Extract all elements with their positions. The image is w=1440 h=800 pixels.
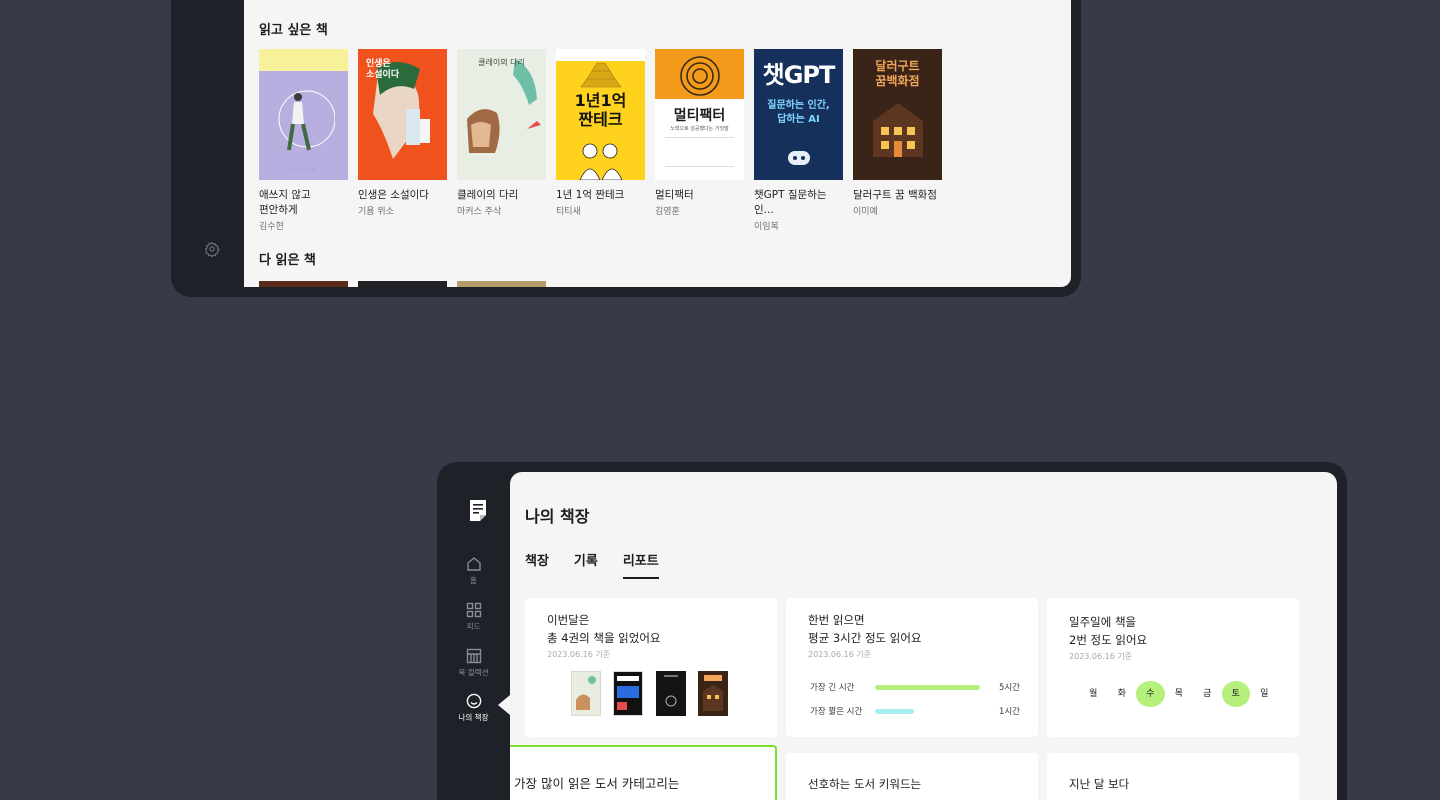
library-screen: 읽고 싶은 책 · · · · · · · · · · 애쓰지 않고 편안하게 김… [244, 0, 1071, 287]
book-item[interactable]: 달러구트 꿈백화점 달러구트 꿈 백화점 이미예 [853, 49, 942, 232]
monthly-books-card[interactable]: 이번달은 총 4권의 책을 읽었어요 2023.06.16 기준 [525, 598, 777, 737]
keyword-card[interactable]: 선호하는 도서 키워드는 [786, 753, 1038, 800]
book-title: 인생은 소설이다 [358, 189, 429, 201]
card-date: 2023.06.16 기준 [1069, 652, 1133, 661]
book-author: 김수현 [259, 222, 284, 232]
book-author: 이임복 [754, 222, 779, 232]
sidebar: 홈 피드 북 컬렉션 나의 책장 [437, 462, 510, 800]
book-thumb[interactable] [571, 671, 601, 716]
book-item[interactable]: · · · · · · · · · · 애쓰지 않고 편안하게 김수현 [259, 49, 348, 232]
weekday-0: 월 [1089, 689, 1098, 699]
want-to-read-title: 읽고 싶은 책 [259, 23, 328, 38]
book-item[interactable]: 클레이의 다리 클레이의 다리 마커스 주삭 [457, 49, 546, 232]
home-icon [466, 557, 481, 571]
book-cover[interactable]: · · · · · · · · · · [259, 49, 348, 180]
gear-icon[interactable] [204, 241, 220, 257]
tablet-top: 읽고 싶은 책 · · · · · · · · · · 애쓰지 않고 편안하게 김… [171, 0, 1081, 297]
book-author: 기욤 뮈소 [358, 207, 394, 217]
already-read-list [259, 281, 546, 287]
book-cover[interactable]: 클레이의 다리 [457, 49, 546, 180]
longest-time-track [875, 685, 980, 690]
book-thumb[interactable] [613, 671, 643, 716]
book-title: 애쓰지 않고 편안하게 [259, 189, 311, 216]
logo-icon [470, 500, 486, 521]
longest-time-value: 5시간 [998, 683, 1020, 693]
book-thumb[interactable] [698, 671, 728, 716]
page-title: 나의 책장 [525, 507, 590, 526]
book-author: 김영훈 [655, 207, 680, 217]
tab-bookshelf[interactable]: 책장 [525, 550, 549, 579]
weekday-4: 금 [1203, 689, 1212, 699]
book-title: 멀티팩터 [655, 189, 694, 201]
grid-icon [466, 602, 481, 618]
book-author: 티티새 [556, 207, 581, 217]
book-cover[interactable] [259, 281, 348, 287]
weekday-1: 화 [1117, 689, 1126, 699]
active-indicator [498, 695, 510, 715]
shortest-time-label: 가장 짧은 시간 [810, 707, 863, 717]
nav-label: 북 컬렉션 [458, 668, 489, 677]
book-cover[interactable] [358, 281, 447, 287]
nav-label: 홈 [470, 576, 477, 585]
book-cover[interactable]: 1년1억 짠테크 [556, 49, 645, 180]
book-cover[interactable]: 달러구트 꿈백화점 [853, 49, 942, 180]
card-title: 지난 달 보다 [1069, 777, 1130, 791]
weekday-2: 수 [1136, 681, 1165, 707]
book-cover[interactable]: 챗GPT 질문하는 인간, 답하는 AI [754, 49, 843, 180]
shortest-time-track [875, 709, 980, 714]
weekday-6: 일 [1260, 689, 1269, 699]
book-title: 챗GPT 질문하는 인... [754, 189, 827, 216]
card-title: 일주일에 책을 2번 정도 읽어요 [1069, 615, 1148, 647]
card-date: 2023.06.16 기준 [547, 650, 611, 659]
weekday-5: 토 [1221, 681, 1250, 707]
already-read-title: 다 읽은 책 [259, 253, 316, 268]
main-content: 나의 책장 책장 기록 리포트 이번달은 총 4권의 책을 읽었어요 2023.0… [510, 472, 1337, 800]
book-author: 이미예 [853, 207, 878, 217]
want-to-read-list: · · · · · · · · · · 애쓰지 않고 편안하게 김수현 인생은 소설… [259, 49, 942, 232]
reading-time-card[interactable]: 한번 읽으면 평균 3시간 정도 읽어요 2023.06.16 기준 가장 긴 시… [786, 598, 1038, 737]
weekly-frequency-card[interactable]: 일주일에 책을 2번 정도 읽어요 2023.06.16 기준 월 화수목 금토일 [1047, 598, 1299, 737]
collection-icon [466, 648, 481, 664]
book-cover[interactable]: 멀티팩터 노력으로 성공했다는 거짓말 [655, 49, 744, 180]
book-title: 1년 1억 짠테크 [556, 189, 625, 201]
card-title: 이번달은 총 4권의 책을 읽었어요 [547, 613, 661, 645]
nav-book-collection[interactable]: 북 컬렉션 [437, 648, 510, 678]
weekday-row: 월 화수목 금토일 [1079, 681, 1279, 707]
book-cover[interactable]: 인생은 소설이다 [358, 49, 447, 180]
book-item[interactable]: 1년1억 짠테크 1년 1억 짠테크 티티새 [556, 49, 645, 232]
card-title: 한번 읽으면 평균 3시간 정도 읽어요 [808, 613, 922, 645]
category-card[interactable]: 가장 많이 읽은 도서 카테고리는 [510, 745, 777, 800]
nav-feed[interactable]: 피드 [437, 602, 510, 632]
shortest-time-bar [875, 709, 914, 714]
nav-home[interactable]: 홈 [437, 556, 510, 586]
shortest-time-value: 1시간 [998, 707, 1020, 717]
tablet-bottom: 홈 피드 북 컬렉션 나의 책장 나의 책장 책장 기록 리포트 이번달은 총 4… [437, 462, 1347, 800]
compare-card[interactable]: 지난 달 보다 [1047, 753, 1299, 800]
book-title: 클레이의 다리 [457, 189, 519, 201]
side-rail [171, 0, 244, 297]
book-item[interactable]: 인생은 소설이다 인생은 소설이다 기욤 뮈소 [358, 49, 447, 232]
weekday-3: 목 [1174, 689, 1183, 699]
nav-label: 피드 [466, 622, 481, 631]
tab-report[interactable]: 리포트 [622, 550, 659, 579]
longest-time-bar [875, 685, 980, 690]
book-title: 달러구트 꿈 백화점 [853, 189, 937, 201]
longest-time-label: 가장 긴 시간 [810, 683, 855, 693]
tab-records[interactable]: 기록 [574, 550, 598, 579]
book-item[interactable]: 멀티팩터 노력으로 성공했다는 거짓말 멀티팩터 김영훈 [655, 49, 744, 232]
card-title: 선호하는 도서 키워드는 [808, 777, 922, 791]
smile-icon [466, 693, 481, 709]
tab-bar: 책장 기록 리포트 [525, 550, 659, 579]
card-title: 가장 많이 읽은 도서 카테고리는 [514, 776, 680, 791]
book-thumb[interactable] [656, 671, 686, 716]
book-item[interactable]: 챗GPT 질문하는 인간, 답하는 AI 챗GPT 질문하는 인... 이임복 [754, 49, 843, 232]
book-cover[interactable] [457, 281, 546, 287]
book-author: 마커스 주삭 [457, 207, 502, 217]
card-date: 2023.06.16 기준 [808, 650, 872, 659]
